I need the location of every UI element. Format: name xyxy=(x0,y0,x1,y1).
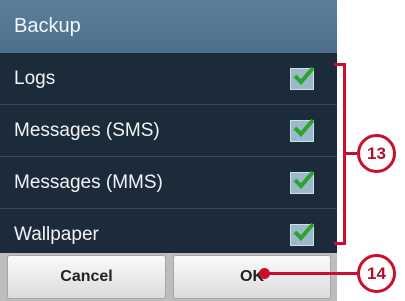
list-item-label: Messages (MMS) xyxy=(14,172,163,193)
list-item-label: Wallpaper xyxy=(14,224,99,245)
callout-badge-14: 14 xyxy=(357,254,396,293)
callout-badge-13: 13 xyxy=(357,134,396,173)
check-icon xyxy=(293,170,315,189)
check-icon xyxy=(293,222,315,241)
wallpaper-checkbox[interactable] xyxy=(290,222,315,246)
messages-mms-checkbox[interactable] xyxy=(290,170,315,194)
check-icon xyxy=(293,118,315,137)
callout-leader-dot xyxy=(259,268,270,279)
check-icon xyxy=(293,66,315,85)
logs-checkbox[interactable] xyxy=(290,66,315,90)
list-item-label: Messages (SMS) xyxy=(14,120,160,141)
dialog-button-bar: Cancel OK xyxy=(0,253,337,301)
callout-bracket-stem xyxy=(346,152,357,155)
list-item-label: Logs xyxy=(14,68,56,89)
cancel-button[interactable]: Cancel xyxy=(7,255,166,299)
ok-button[interactable]: OK xyxy=(173,255,331,299)
backup-options-list: Logs Messages (SMS) Messages (MMS) Wallp… xyxy=(0,53,337,261)
callout-leader-line xyxy=(264,272,358,275)
callout-bracket xyxy=(334,63,346,245)
list-item-logs[interactable]: Logs xyxy=(0,53,337,105)
list-item-messages-sms[interactable]: Messages (SMS) xyxy=(0,105,337,157)
dialog-title: Backup xyxy=(0,0,337,53)
messages-sms-checkbox[interactable] xyxy=(290,118,315,142)
list-item-messages-mms[interactable]: Messages (MMS) xyxy=(0,157,337,209)
backup-dialog: Backup Logs Messages (SMS) Messages (MMS… xyxy=(0,0,337,301)
